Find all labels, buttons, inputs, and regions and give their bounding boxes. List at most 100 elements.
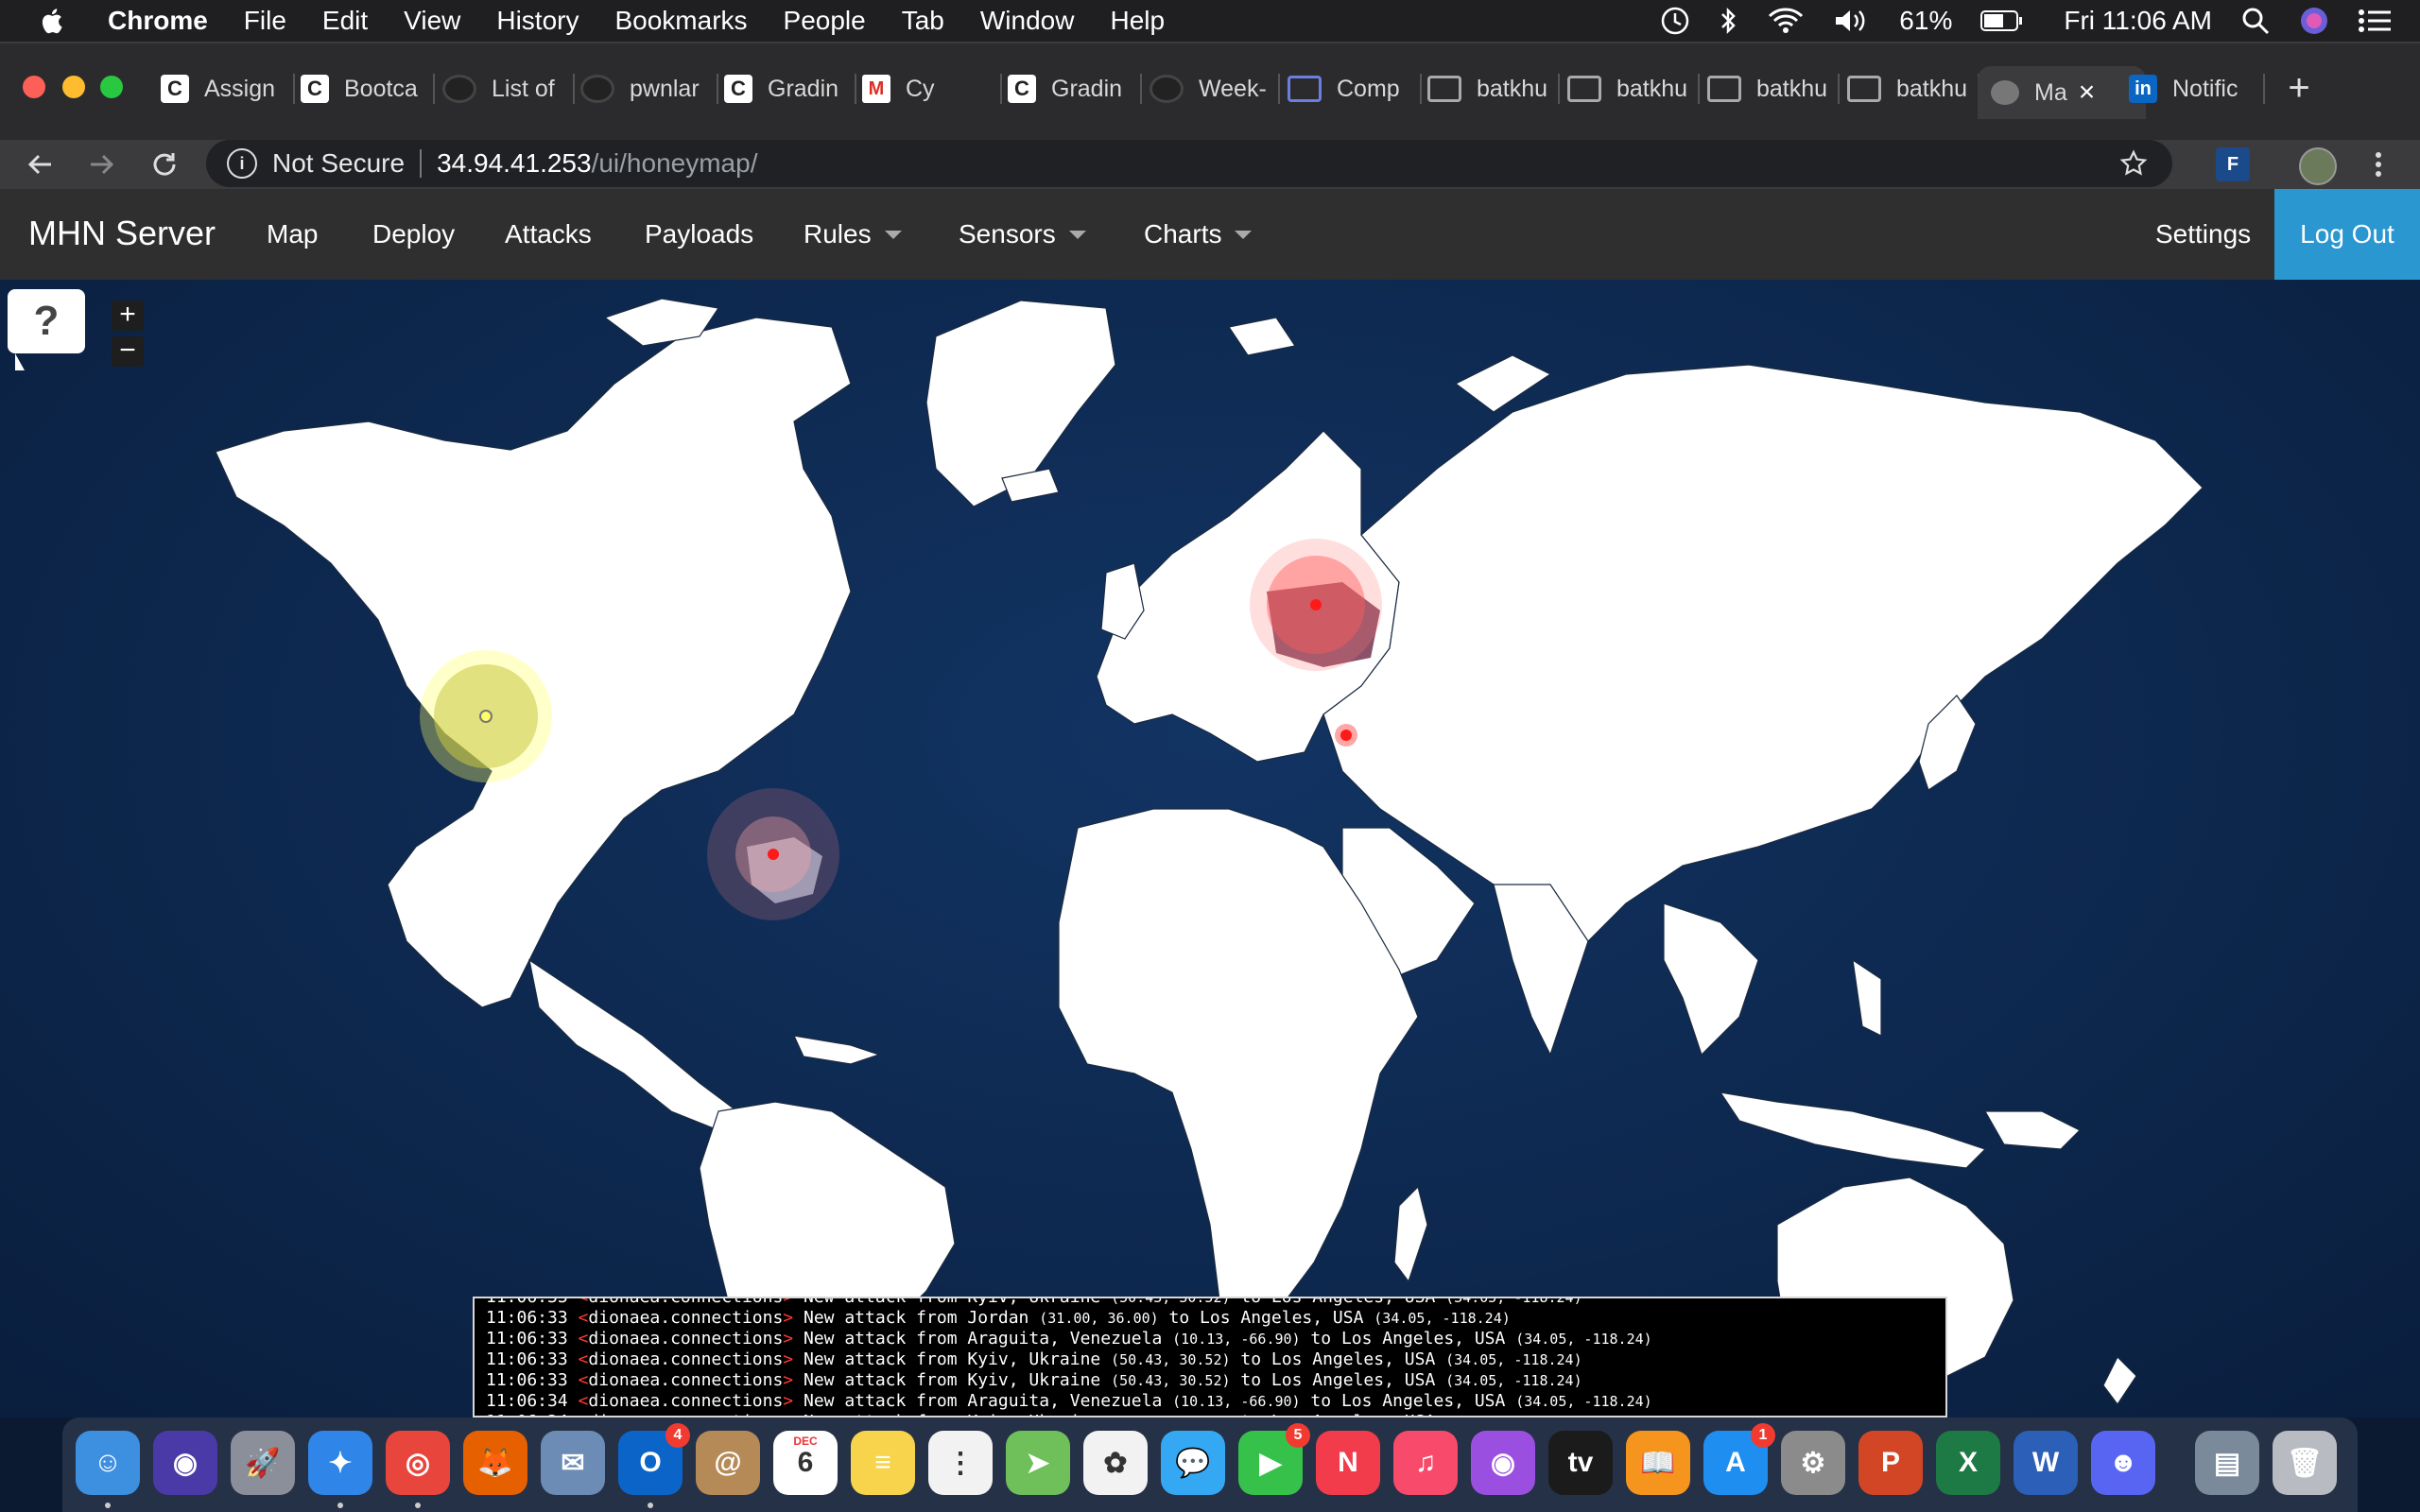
launchpad-icon[interactable]: 🚀 (231, 1431, 295, 1495)
tab-13[interactable]: batkhu (1847, 70, 1979, 108)
wifi-icon[interactable] (1767, 7, 1805, 35)
tab-7[interactable]: C Gradin (1008, 70, 1142, 108)
apple-logo-icon[interactable] (38, 7, 64, 35)
world-map[interactable] (0, 280, 2420, 1418)
tab-3[interactable]: List of (442, 70, 575, 108)
bluetooth-icon[interactable] (1720, 6, 1738, 36)
reload-button[interactable] (147, 147, 182, 181)
menu-edit[interactable]: Edit (322, 6, 368, 36)
marker-araguita[interactable] (707, 788, 839, 920)
chrome-menu-icon[interactable] (2361, 147, 2395, 181)
messages-icon[interactable]: 💬 (1161, 1431, 1225, 1495)
profile-avatar[interactable] (2299, 147, 2337, 185)
app-store-icon[interactable]: A1 (1703, 1423, 1775, 1495)
menu-bookmarks[interactable]: Bookmarks (614, 6, 747, 36)
site-info-icon[interactable]: i (227, 148, 257, 179)
excel-icon[interactable]: X (1936, 1431, 2000, 1495)
nav-attacks[interactable]: Attacks (505, 219, 592, 249)
marker-jordan[interactable] (1335, 724, 1357, 747)
calendar-icon[interactable]: DEC 6 (773, 1431, 838, 1495)
window-close-button[interactable] (23, 76, 45, 98)
security-status[interactable]: Not Secure (272, 148, 405, 179)
time-machine-icon[interactable] (1659, 5, 1691, 37)
menu-people[interactable]: People (784, 6, 866, 36)
marker-los-angeles[interactable] (420, 650, 552, 782)
nav-charts-dropdown[interactable]: Charts (1144, 219, 1253, 249)
nav-rules-dropdown[interactable]: Rules (804, 219, 902, 249)
system-preferences-icon[interactable]: ⚙ (1781, 1431, 1845, 1495)
menu-window[interactable]: Window (980, 6, 1075, 36)
word-icon[interactable]: W (2014, 1431, 2078, 1495)
menu-view[interactable]: View (404, 6, 460, 36)
battery-percent[interactable]: 61% (1899, 6, 1952, 36)
news-icon[interactable]: N (1316, 1431, 1380, 1495)
contacts-icon[interactable]: @ (696, 1431, 760, 1495)
close-tab-icon[interactable]: × (2079, 77, 2096, 109)
chrome-icon[interactable]: ◎ (386, 1431, 450, 1495)
photos-icon[interactable]: ✿ (1083, 1431, 1148, 1495)
tab-15[interactable]: in Notific (2129, 70, 2265, 108)
trash-icon[interactable]: 🗑 (2273, 1431, 2337, 1495)
nav-settings[interactable]: Settings (2155, 219, 2251, 249)
tab-9[interactable]: Comp (1288, 70, 1422, 108)
attack-log-console[interactable]: 11:06:33 <dionaea.connections> New attac… (473, 1297, 1947, 1418)
menu-file[interactable]: File (244, 6, 286, 36)
new-tab-button[interactable]: + (2282, 69, 2316, 107)
notification-center-icon[interactable] (2358, 8, 2392, 34)
nav-payloads[interactable]: Payloads (645, 219, 753, 249)
battery-icon[interactable] (1980, 9, 2024, 32)
back-button[interactable] (23, 147, 57, 181)
notes-icon[interactable]: ≡ (851, 1431, 915, 1495)
outlook-icon[interactable]: O4 (618, 1423, 690, 1495)
tv-icon[interactable]: tv (1548, 1431, 1613, 1495)
books-icon[interactable]: 📖 (1626, 1431, 1690, 1495)
facetime-icon[interactable]: ▶ 5 (1238, 1423, 1310, 1495)
zoom-out-button[interactable]: − (112, 336, 144, 367)
reminders-icon[interactable]: ⋮ (928, 1431, 993, 1495)
tab-2[interactable]: C Bootca (301, 70, 435, 108)
bookmark-star-icon[interactable] (2119, 149, 2148, 178)
menu-help[interactable]: Help (1110, 6, 1165, 36)
tab-5[interactable]: C Gradin (724, 70, 856, 108)
help-button[interactable]: ? (8, 289, 85, 370)
tab-1[interactable]: C Assign (161, 70, 295, 108)
tab-6[interactable]: M Cy (862, 70, 1002, 108)
siri-icon[interactable]: ◉ (153, 1431, 217, 1495)
mail-stamp-icon[interactable]: ✉ (541, 1431, 605, 1495)
extension-button[interactable]: F (2216, 147, 2250, 181)
finder-icon[interactable]: ☺ (76, 1431, 140, 1495)
nav-deploy[interactable]: Deploy (372, 219, 455, 249)
window-minimize-button[interactable] (62, 76, 85, 98)
tab-8[interactable]: Week- (1150, 70, 1280, 108)
menu-tab[interactable]: Tab (902, 6, 944, 36)
zoom-in-button[interactable]: + (112, 301, 144, 331)
spotlight-search-icon[interactable] (2240, 6, 2271, 36)
address-bar[interactable]: i Not Secure 34.94.41.253/ui/honeymap/ (206, 140, 2172, 187)
volume-icon[interactable] (1833, 7, 1871, 35)
music-icon[interactable]: ♫ (1393, 1431, 1458, 1495)
safari-icon[interactable]: ✦ (308, 1431, 372, 1495)
powerpoint-icon[interactable]: P (1858, 1431, 1923, 1495)
logout-button[interactable]: Log Out (2274, 189, 2420, 280)
brand-title[interactable]: MHN Server (28, 214, 216, 253)
honeymap[interactable]: ? + − (0, 280, 2420, 1418)
nav-map[interactable]: Map (267, 219, 318, 249)
siri-icon[interactable] (2299, 6, 2329, 36)
discord-icon[interactable]: ☻ (2091, 1431, 2155, 1495)
maps-icon[interactable]: ➤ (1006, 1431, 1070, 1495)
menu-app-name[interactable]: Chrome (108, 6, 208, 36)
firefox-icon[interactable]: 🦊 (463, 1431, 527, 1495)
downloads-stack-icon[interactable]: ▤ (2195, 1431, 2259, 1495)
tab-14[interactable]: Ma × (1978, 66, 2146, 119)
tab-4[interactable]: pwnlar (580, 70, 718, 108)
marker-kyiv[interactable] (1250, 539, 1382, 671)
tab-12[interactable]: batkhu (1707, 70, 1840, 108)
menu-clock[interactable]: Fri 11:06 AM (2064, 6, 2212, 36)
forward-button[interactable] (85, 147, 119, 181)
tab-10[interactable]: batkhu (1427, 70, 1560, 108)
tab-11[interactable]: batkhu (1567, 70, 1700, 108)
podcasts-icon[interactable]: ◉ (1471, 1431, 1535, 1495)
menu-history[interactable]: History (496, 6, 579, 36)
nav-sensors-dropdown[interactable]: Sensors (959, 219, 1086, 249)
window-zoom-button[interactable] (100, 76, 123, 98)
